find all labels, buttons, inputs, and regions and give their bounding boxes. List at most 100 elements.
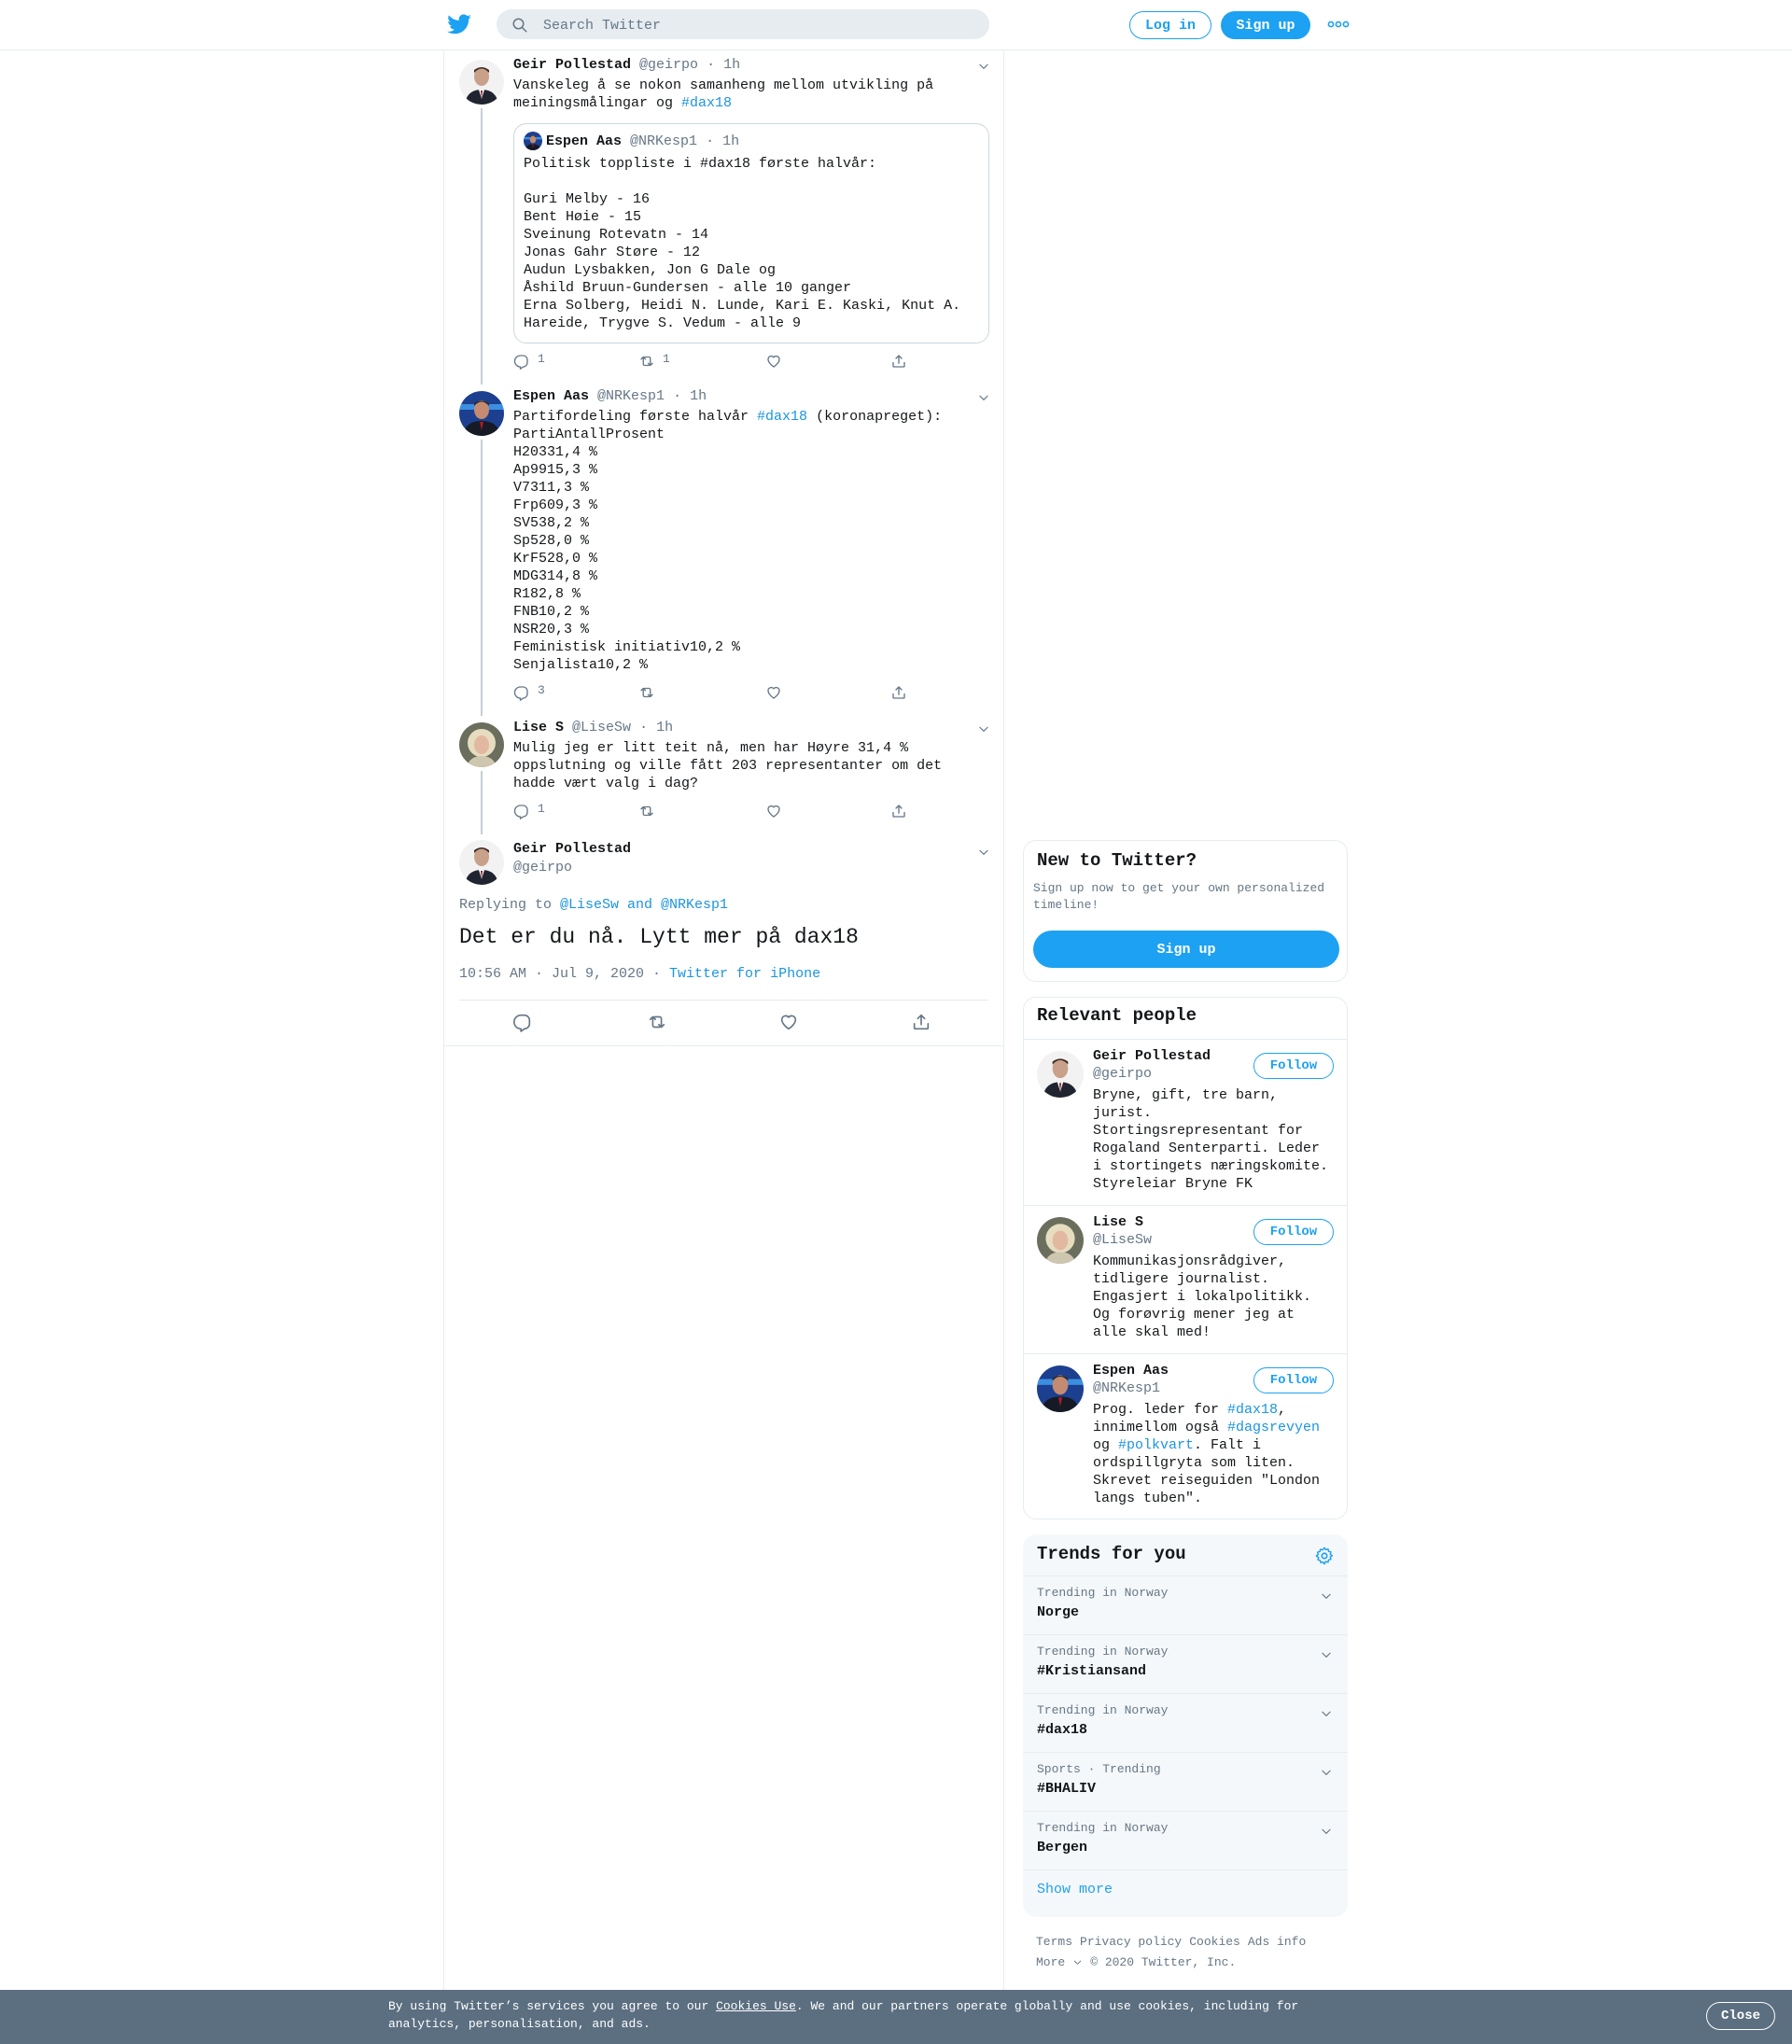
trend-name[interactable]: #dax18 [1037,1722,1087,1738]
hashtag-link[interactable]: #dax18 [681,95,732,111]
focused-avatar[interactable] [459,840,504,885]
retweet-icon[interactable] [647,1012,667,1032]
hashtag-link[interactable]: #dax18 [757,409,807,425]
hashtag-link[interactable]: #dagsrevyen [1227,1420,1320,1435]
tweet-time[interactable]: · 1h [639,720,673,735]
cookies-link[interactable]: Cookies [1189,1935,1240,1949]
share-button[interactable] [890,803,907,819]
reply-button[interactable]: 3 [513,683,545,701]
share-button[interactable] [890,684,907,701]
heart-icon[interactable] [778,1012,799,1032]
avatar[interactable] [459,391,504,436]
like-button[interactable] [765,684,782,701]
trend-name[interactable]: #Kristiansand [1037,1663,1146,1679]
chevron-down-icon[interactable] [977,846,990,859]
retweet-button[interactable] [638,684,655,701]
trend-name[interactable]: Norge [1037,1604,1079,1620]
focused-author-name[interactable]: Geir Pollestad [513,840,631,859]
signup-button[interactable]: Sign up [1221,11,1310,39]
chevron-down-icon[interactable] [977,722,990,735]
thread-tweet[interactable]: Espen Aas @NRKesp1 · 1h Partifordeling f… [444,382,1003,716]
terms-link[interactable]: Terms [1036,1935,1072,1949]
thread-tweet[interactable]: Lise S @LiseSw · 1h Mulig jeg er litt te… [444,713,1003,834]
search-input[interactable] [541,9,974,41]
trend-item[interactable]: Trending in Norway Bergen [1023,1811,1348,1870]
tweet-text: Mulig jeg er litt teit nå, men har Høyre… [513,740,943,791]
replying-to-link[interactable]: @LiseSw and @NRKesp1 [560,897,728,913]
retweet-icon [638,684,655,701]
person-bio: Bryne, gift, tre barn, jurist. Stortings… [1093,1087,1329,1192]
follow-button[interactable]: Follow [1253,1219,1334,1245]
person-item[interactable]: Espen Aas @NRKesp1 Prog. leder for #dax1… [1024,1354,1347,1519]
share-button[interactable] [890,353,907,370]
bio-text: og [1093,1437,1111,1453]
focused-tweet-actions [444,1012,1003,1036]
chevron-down-icon[interactable] [1320,1766,1333,1779]
trend-item[interactable]: Trending in Norway Norge [1023,1575,1348,1635]
chevron-down-icon[interactable] [977,60,990,73]
avatar[interactable] [459,60,504,105]
chevron-down-icon[interactable] [1320,1589,1333,1603]
avatar[interactable] [459,722,504,767]
share-icon[interactable] [911,1012,931,1032]
cookie-text: By using Twitter’s services you agree to… [388,1997,1322,2033]
tweet-actions: 3 [513,683,924,705]
hashtag-link[interactable]: #dax18 [1227,1402,1278,1418]
heart-icon [765,684,782,701]
trend-name[interactable]: Bergen [1037,1840,1087,1855]
author-handle[interactable]: @NRKesp1 [597,388,665,404]
avatar[interactable] [1037,1051,1084,1098]
focused-tweet-text: Det er du nå. Lytt mer på dax18 [459,925,859,949]
reply-button[interactable]: 1 [513,802,545,819]
login-button[interactable]: Log in [1129,11,1211,39]
twitter-bird-icon[interactable] [446,11,472,37]
share-icon [890,803,907,819]
like-button[interactable] [765,353,782,370]
chevron-down-icon[interactable] [977,391,990,404]
trend-name[interactable]: #BHALIV [1037,1781,1096,1797]
quoted-tweet[interactable]: Espen Aas @NRKesp1 · 1h Politisk topplis… [513,123,989,343]
trend-item[interactable]: Trending in Norway #dax18 [1023,1693,1348,1753]
author-handle[interactable]: @geirpo [639,57,698,73]
chevron-down-icon[interactable] [1320,1825,1333,1838]
retweet-button[interactable] [638,803,655,819]
tweet-timestamp[interactable]: 10:56 AM · Jul 9, 2020 · [459,966,669,982]
signup-button[interactable]: Sign up [1033,931,1339,968]
show-more-link[interactable]: Show more [1037,1882,1113,1897]
author-name[interactable]: Geir Pollestad [513,57,631,73]
trend-context: Trending in Norway [1037,1821,1169,1835]
avatar[interactable] [1037,1217,1084,1264]
follow-button[interactable]: Follow [1253,1367,1334,1393]
retweet-button[interactable]: 1 [638,352,670,370]
tweet-source-link[interactable]: Twitter for iPhone [669,966,820,982]
avatar[interactable] [1037,1365,1084,1412]
author-name[interactable]: Espen Aas [513,388,589,404]
more-link[interactable]: More [1036,1955,1083,1969]
ads-info-link[interactable]: Ads info [1248,1935,1306,1949]
like-button[interactable] [765,803,782,819]
author-name[interactable]: Lise S [513,720,564,735]
hashtag-link[interactable]: #polkvart [1118,1437,1194,1453]
search-box[interactable] [497,9,989,41]
trend-item[interactable]: Sports · Trending #BHALIV [1023,1752,1348,1812]
close-button[interactable]: Close [1706,2002,1775,2030]
reply-button[interactable]: 1 [513,352,545,370]
gear-icon[interactable] [1314,1546,1335,1566]
person-item[interactable]: Lise S @LiseSw Kommunikasjonsrådgiver, t… [1024,1206,1347,1354]
author-handle[interactable]: @LiseSw [572,720,631,735]
person-item[interactable]: Geir Pollestad @geirpo Bryne, gift, tre … [1024,1040,1347,1206]
tweet-time[interactable]: · 1h [707,57,740,73]
cookies-use-link[interactable]: Cookies Use [716,1999,796,2013]
more-dots-icon[interactable] [1327,17,1350,32]
reply-icon[interactable] [512,1012,533,1032]
chevron-down-icon[interactable] [1320,1648,1333,1661]
chevron-down-icon[interactable] [1320,1707,1333,1720]
thread-tweet[interactable]: Geir Pollestad @geirpo · 1h Vanskeleg å … [444,50,1003,385]
chevron-down-icon [1072,1957,1083,1967]
trend-item[interactable]: Trending in Norway #Kristiansand [1023,1634,1348,1694]
focused-author-handle[interactable]: @geirpo [513,859,631,877]
tweet-time[interactable]: · 1h [673,388,707,404]
follow-button[interactable]: Follow [1253,1053,1334,1079]
privacy-link[interactable]: Privacy policy [1080,1935,1182,1949]
divider [459,1000,988,1001]
